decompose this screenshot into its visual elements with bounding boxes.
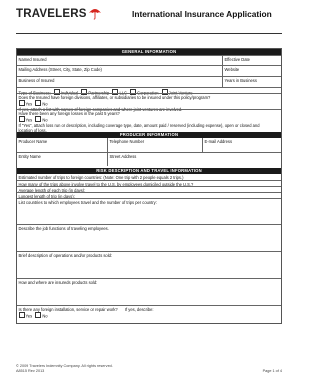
effective-date-label: Effective Date: [224, 57, 250, 62]
losses-no-checkbox[interactable]: [35, 116, 42, 122]
foreign-service-label: Is there any foreign installation, servi…: [18, 306, 118, 312]
no-label: No: [42, 313, 48, 319]
email-field[interactable]: E-mail Address: [202, 138, 281, 152]
mailing-address-field[interactable]: Mailing Address (Street, City, State, Zi…: [17, 66, 222, 76]
products-sold-label: How and where are insureds products sold…: [18, 279, 98, 285]
yes-label: Yes: [25, 101, 33, 107]
form-number: A8515 Rev 2013: [16, 369, 45, 373]
entity-name-field[interactable]: Entity Name: [17, 153, 107, 166]
row-losses: Have there been any foreign losses in th…: [17, 109, 281, 133]
effective-date-field[interactable]: Effective Date: [222, 56, 281, 65]
row-operations[interactable]: Brief description of operations and/or p…: [17, 251, 281, 278]
no-label: No: [42, 117, 48, 123]
page-number: Page 1 of 4: [262, 369, 282, 373]
no-label: No: [42, 101, 48, 107]
if-yes-describe-label: If yes, describe:: [124, 306, 154, 312]
telephone-field[interactable]: Telephone Number: [107, 138, 202, 152]
trips-label: Estimated number of trips to foreign cou…: [18, 174, 184, 180]
subsidiary-answer: Yes No: [17, 100, 281, 107]
website-field[interactable]: Website: [222, 66, 281, 76]
row-products-sold[interactable]: How and where are insureds products sold…: [17, 278, 281, 305]
foreign-service-no-checkbox[interactable]: [35, 312, 42, 318]
title-divider: [16, 33, 282, 34]
years-in-business-field[interactable]: Years in Business: [222, 77, 281, 87]
row-subsidiaries: Does the Insured have foreign divisions,…: [17, 93, 281, 112]
mailing-address-label: Mailing Address (Street, City, State, Zi…: [18, 67, 102, 72]
losses-yes-checkbox[interactable]: [18, 116, 25, 122]
foreign-service-answer: Yes No: [17, 312, 281, 319]
row-job-functions[interactable]: Describe the job functions of traveling …: [17, 224, 281, 251]
losses-followup: If "Yes", attach loss run or description…: [18, 123, 260, 133]
email-label: E-mail Address: [204, 139, 233, 144]
foreign-service-yes-checkbox[interactable]: [18, 312, 25, 318]
application-form: GENERAL INFORMATION Named Insured Effect…: [16, 48, 282, 324]
row-entity: Entity Name Street Address: [17, 152, 281, 166]
row-countries[interactable]: List countries to which employees travel…: [17, 198, 281, 224]
subsidiary-yes-checkbox[interactable]: [18, 100, 25, 106]
street-address-label: Street Address: [109, 154, 137, 159]
operations-label: Brief description of operations and/or p…: [18, 252, 113, 258]
countries-label: List countries to which employees travel…: [18, 199, 157, 205]
row-foreign-service[interactable]: Is there any foreign installation, servi…: [17, 305, 281, 323]
website-label: Website: [224, 67, 240, 72]
producer-name-field[interactable]: Producer Name: [17, 138, 107, 152]
street-address-field[interactable]: Street Address: [107, 153, 281, 166]
entity-name-label: Entity Name: [18, 154, 41, 159]
producer-name-label: Producer Name: [18, 139, 48, 144]
named-insured-label: Named Insured: [18, 57, 47, 62]
umbrella-icon: [88, 8, 101, 19]
business-of-insured-field[interactable]: Business of Insured: [17, 77, 222, 87]
row-business: Business of Insured Years in Business: [17, 76, 281, 87]
yes-label: Yes: [25, 117, 33, 123]
years-in-business-label: Years in Business: [224, 78, 257, 83]
footer: © 2009 Travelers Indemnity Company. All …: [16, 364, 113, 374]
travelers-logo: TRAVELERS: [16, 7, 102, 21]
named-insured-field[interactable]: Named Insured: [17, 56, 222, 65]
business-of-insured-label: Business of Insured: [18, 78, 55, 83]
page-title: International Insurance Application: [132, 9, 272, 19]
job-functions-label: Describe the job functions of traveling …: [18, 225, 109, 231]
telephone-label: Telephone Number: [109, 139, 145, 144]
losses-answer: Yes No: [17, 116, 281, 123]
yes-label: Yes: [25, 313, 33, 319]
row-producer: Producer Name Telephone Number E-mail Ad…: [17, 138, 281, 152]
subsidiary-no-checkbox[interactable]: [35, 100, 42, 106]
row-named-insured: Named Insured Effective Date: [17, 55, 281, 65]
row-mailing-address: Mailing Address (Street, City, State, Zi…: [17, 65, 281, 76]
logo-text: TRAVELERS: [16, 8, 87, 20]
